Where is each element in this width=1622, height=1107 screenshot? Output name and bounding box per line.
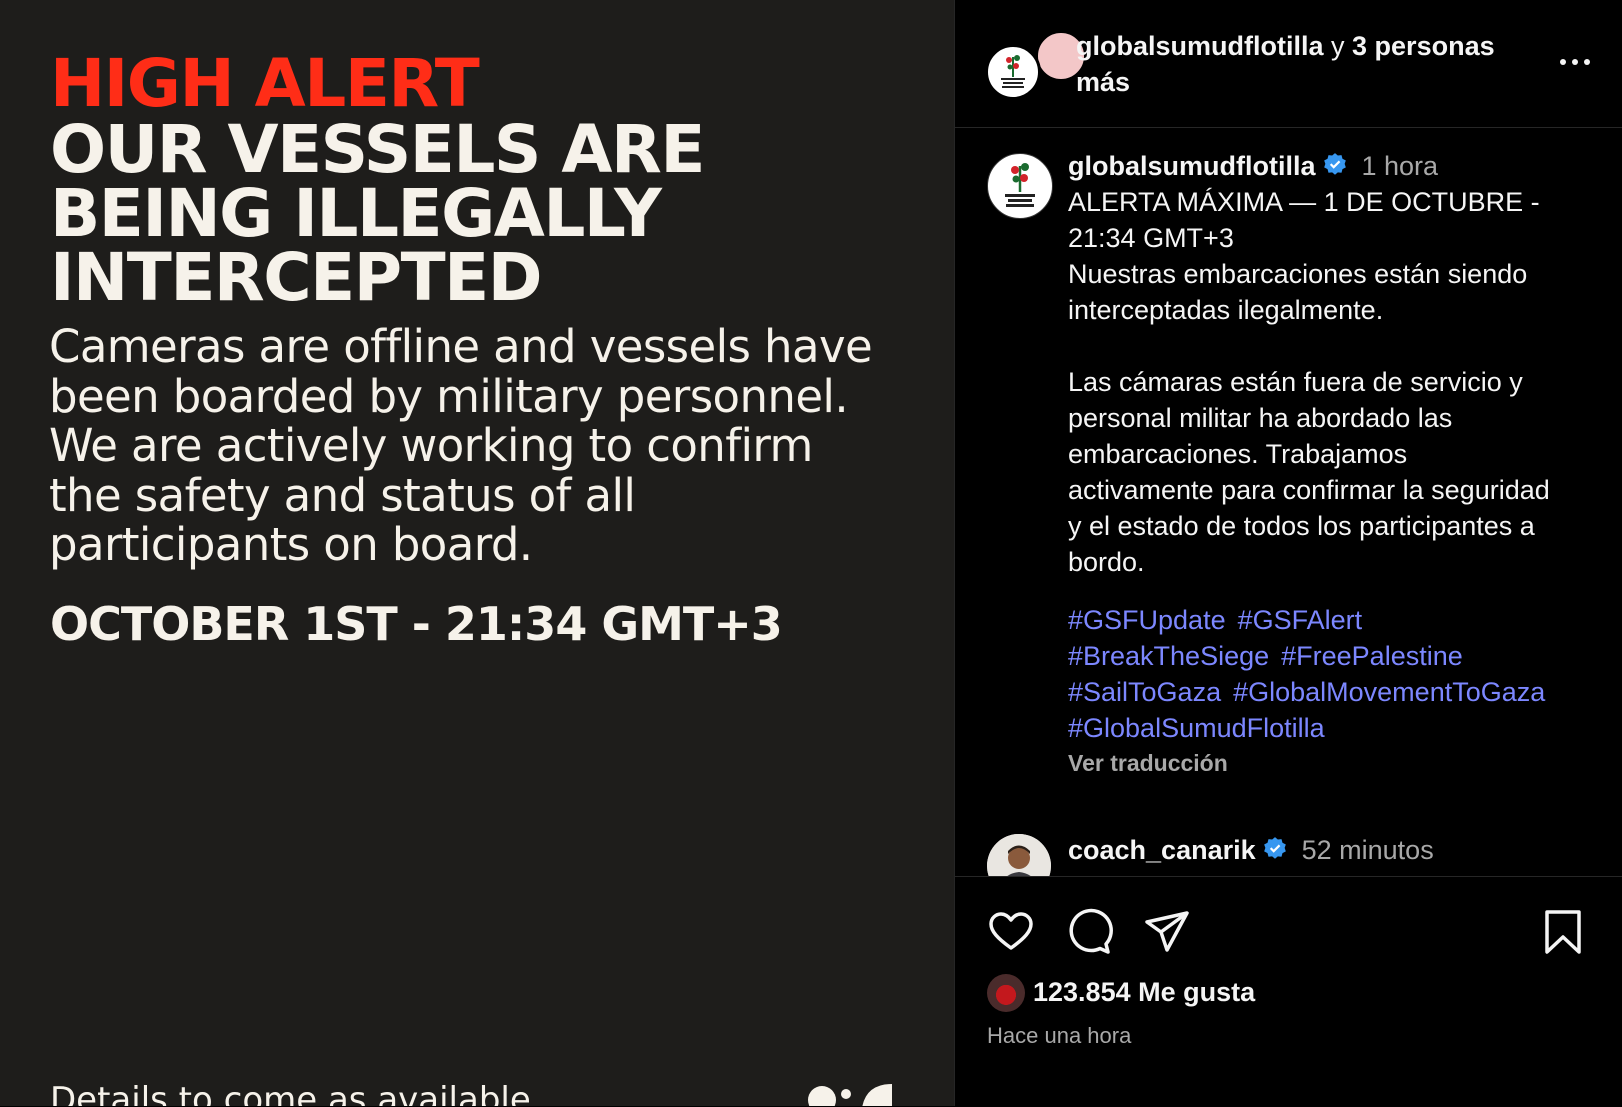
- caption-block: globalsumudflotilla 1 hora ALERTA MÁXIMA …: [1068, 148, 1598, 778]
- bookmark-icon[interactable]: [1539, 908, 1587, 956]
- flotilla-logo-icon: [1005, 163, 1035, 207]
- body-line: We are actively working to confirm: [49, 419, 813, 472]
- alert-date: OCTOBER 1ST - 21:34 GMT+3: [50, 597, 783, 651]
- caption-username-link[interactable]: globalsumudflotilla: [1068, 151, 1316, 181]
- owner-username-link[interactable]: globalsumudflotilla: [1076, 31, 1324, 61]
- caption-area: globalsumudflotilla 1 hora ALERTA MÁXIMA …: [955, 128, 1622, 876]
- hashtag-link[interactable]: #GSFAlert: [1238, 605, 1363, 635]
- see-translation-link[interactable]: Ver traducción: [1068, 748, 1598, 778]
- collaborators-text-cont: más: [1076, 67, 1131, 97]
- collab-avatars[interactable]: [985, 30, 1087, 100]
- avatar[interactable]: [985, 44, 1041, 100]
- caption-header: globalsumudflotilla 1 hora: [1068, 148, 1598, 184]
- hashtag-link[interactable]: #SailToGaza: [1068, 677, 1221, 707]
- hashtag-link[interactable]: #GSFUpdate: [1068, 605, 1226, 635]
- post-actions: 123.854 Me gusta Hace una hora: [955, 876, 1622, 1107]
- avatar[interactable]: [987, 153, 1053, 219]
- comment-icon[interactable]: [1065, 908, 1113, 956]
- body-line: been boarded by military personnel.: [49, 369, 849, 423]
- avatar[interactable]: [987, 834, 1051, 876]
- heart-icon[interactable]: [987, 908, 1035, 956]
- post-owners: globalsumudflotilla y 3 personas más: [1076, 28, 1536, 100]
- owner-connector: y: [1331, 31, 1345, 61]
- headline-line: INTERCEPTED: [50, 239, 543, 316]
- likes-count[interactable]: 123.854 Me gusta: [1033, 972, 1255, 1012]
- hashtag-list: #GSFUpdate #GSFAlert #BreakTheSiege #FreeP…: [1068, 602, 1598, 746]
- hashtag-link[interactable]: #GlobalSumudFlotilla: [1068, 713, 1325, 743]
- hashtag-link[interactable]: #FreePalestine: [1281, 641, 1463, 671]
- alert-title: HIGH ALERT: [50, 45, 480, 122]
- body-line: participants on board.: [49, 518, 533, 571]
- caption-time: 1 hora: [1361, 151, 1439, 181]
- post-header: globalsumudflotilla y 3 personas más: [955, 0, 1622, 128]
- comment-time: 52 minutos: [1301, 835, 1434, 865]
- alert-headline: OUR VESSELS ARE BEING ILLEGALLY INTERCEP…: [50, 117, 910, 311]
- alert-footer: Details to come as available: [50, 1080, 531, 1106]
- more-horizontal-icon[interactable]: [1555, 50, 1595, 74]
- user-photo-icon: [987, 834, 1051, 876]
- share-icon[interactable]: [1143, 908, 1191, 956]
- post-image: HIGH ALERT OUR VESSELS ARE BEING ILLEGAL…: [0, 0, 954, 1106]
- hashtag-link[interactable]: #GlobalMovementToGaza: [1233, 677, 1545, 707]
- body-line: Cameras are offline and vessels have: [49, 320, 873, 373]
- collaborators-text: 3 personas: [1352, 31, 1495, 61]
- body-line: the safety and status of all: [49, 468, 636, 522]
- post-side-panel: globalsumudflotilla y 3 personas más glo…: [955, 0, 1622, 1107]
- avatar: [987, 974, 1025, 1012]
- post-timestamp: Hace una hora: [987, 1023, 1132, 1048]
- verified-badge-icon: [1323, 153, 1346, 175]
- flotilla-logo-icon: [1001, 55, 1025, 88]
- comment-header: coach_canarik 52 minutos: [1068, 832, 1434, 868]
- caption-text: ALERTA MÁXIMA — 1 DE OCTUBRE - 21:34 GMT…: [1068, 187, 1550, 577]
- hashtag-link[interactable]: #BreakTheSiege: [1068, 641, 1269, 671]
- comment-username-link[interactable]: coach_canarik: [1068, 835, 1256, 865]
- alert-body: Cameras are offline and vessels have bee…: [49, 322, 929, 570]
- verified-badge-icon: [1263, 837, 1286, 859]
- flotilla-mark-icon: [808, 1084, 892, 1106]
